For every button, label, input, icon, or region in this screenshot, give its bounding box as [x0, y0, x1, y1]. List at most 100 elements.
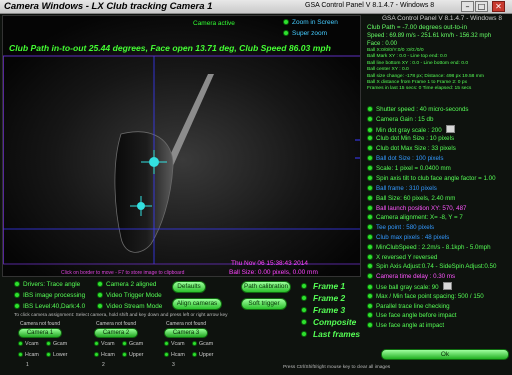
controls2-setting-8[interactable]: Spin Axis Adjust:0.74 - SideSpin Adjust:…	[367, 262, 496, 272]
zoom-in-screen-option[interactable]: Zoom in Screen	[283, 19, 338, 26]
controls2-setting-0[interactable]: Ball frame : 310 pixels	[367, 184, 496, 194]
video-trigger-mode-option[interactable]: Video Trigger Mode	[97, 292, 162, 299]
controls2-setting-13[interactable]: Use face angle before impact	[367, 311, 496, 321]
soft-trigger-button[interactable]: Soft trigger	[241, 298, 287, 310]
camera-viewport[interactable]: Camera active Club Path in-to-out 25.44 …	[2, 15, 361, 277]
frame-option-5[interactable]: Last frames	[313, 329, 360, 339]
controls2-setting-14[interactable]: Use face angle at impact	[367, 321, 496, 331]
setting-label: Min dot gray scale : 200	[376, 126, 442, 134]
controls-setting-6[interactable]: Scale: 1 pixel = 0.0400 mm	[367, 164, 496, 174]
controls2-setting-9[interactable]: Camera time delay : 0.30 ms	[367, 272, 496, 282]
camera-2-aligned-option[interactable]: Camera 2 aligned	[97, 281, 156, 288]
settings-list: Shutter speed : 40 micro-seconds Camera G…	[367, 105, 496, 183]
camera-option-opt-c[interactable]: Hcam	[18, 352, 39, 358]
radio-icon	[14, 281, 20, 287]
defaults-button[interactable]: Defaults	[172, 281, 206, 293]
radio-icon	[192, 352, 197, 357]
frames-in-last-readout: Frames in last 15 secs: 0 Time elapsed: …	[367, 86, 472, 92]
setting-label: Parallel trace line checking	[376, 302, 450, 310]
setting-label: Spin Axis Adjust:0.74 - SideSpin Adjust:…	[376, 263, 497, 271]
radio-icon	[367, 273, 373, 280]
ibs-level-option[interactable]: IBS Level:40,Dark:4.0	[14, 303, 85, 310]
radio-icon	[367, 253, 373, 260]
controls-setting-5[interactable]: Ball dot Size : 100 pixels	[367, 154, 496, 164]
radio-icon	[367, 224, 373, 231]
controls2-setting-1[interactable]: Ball Size: 60 pixels, 2.40 mm	[367, 194, 496, 204]
camera-option-opt-d[interactable]: Lower	[46, 352, 67, 358]
camera-panel-3: Camera not found Camera 3 Vcam Gcam Hcam Uppe…	[160, 321, 226, 371]
video-stream-mode-option[interactable]: Video Stream Mode	[97, 303, 162, 310]
radio-icon	[367, 164, 373, 171]
camera-option-opt-b[interactable]: Gcam	[122, 341, 143, 347]
controls-setting-2[interactable]: Min dot gray scale : 200	[367, 124, 496, 135]
setting-label: Tee point : 580 pixels	[376, 224, 435, 232]
ibs-image-processing-option[interactable]: IBS image processing	[14, 292, 85, 299]
setting-label: Spin axis tilt to club face angle factor…	[376, 174, 496, 182]
radio-icon	[94, 341, 99, 346]
radio-icon[interactable]	[301, 319, 307, 325]
face-readout: Face : 0.00	[367, 41, 398, 47]
radio-icon	[192, 341, 197, 346]
camera-option-opt-a[interactable]: Vcam	[164, 341, 185, 347]
close-button[interactable]: ✕	[492, 1, 505, 12]
radio-icon	[367, 263, 373, 270]
controls-setting-3[interactable]: Club dot Min Size : 10 pixels	[367, 134, 496, 144]
controls2-setting-3[interactable]: Camera alignment: X= -8, Y = 7	[367, 213, 496, 223]
frame-option-3[interactable]: Frame 3	[313, 305, 345, 315]
controls2-setting-7[interactable]: X reversed Y reversed	[367, 253, 496, 263]
radio-icon	[367, 233, 373, 240]
maximize-button[interactable]: □	[475, 1, 488, 12]
controls-setting-4[interactable]: Club dot Max Size : 33 pixels	[367, 144, 496, 154]
gray-swatch-icon[interactable]	[445, 124, 455, 133]
controls-setting-7[interactable]: Spin axis tilt to club face angle factor…	[367, 174, 496, 184]
camera-option-opt-b[interactable]: Gcam	[192, 341, 213, 347]
gray-swatch-icon[interactable]	[442, 281, 452, 290]
camera-select-button[interactable]: Camera 1	[18, 328, 62, 338]
radio-icon	[367, 185, 373, 191]
controls2-setting-12[interactable]: Parallel trace line checking	[367, 302, 496, 312]
camera-option-opt-d[interactable]: Upper	[122, 352, 143, 358]
radio-icon[interactable]	[301, 331, 307, 337]
panel-version: GSA Control Panel V 8.1.4.7 - Windows 8	[382, 15, 502, 22]
controls2-setting-6[interactable]: MinClubSpeed : 2.2m/s - 8.1kph - 5.0mph	[367, 243, 496, 253]
radio-icon	[367, 115, 373, 122]
setting-label: Shutter speed : 40 micro-seconds	[376, 106, 469, 113]
camera-status: Camera not found	[96, 321, 137, 327]
radio-icon[interactable]	[301, 307, 307, 313]
controls-setting-0[interactable]: Shutter speed : 40 micro-seconds	[367, 105, 496, 115]
radio-icon	[367, 283, 373, 290]
super-zoom-option[interactable]: Super zoom	[283, 30, 327, 37]
radio-icon[interactable]	[301, 295, 307, 301]
camera-select-button[interactable]: Camera 2	[94, 328, 138, 338]
radio-icon[interactable]	[301, 283, 307, 289]
controls2-setting-2[interactable]: Ball launch position XY: 570, 487	[367, 204, 496, 214]
drivers-trace-angle-option[interactable]: Drivers: Trace angle	[14, 281, 80, 288]
club-image	[3, 16, 360, 276]
radio-icon	[367, 292, 373, 299]
camera-option-opt-c[interactable]: Hcam	[94, 352, 115, 358]
minimize-button[interactable]: –	[461, 1, 474, 12]
frame-option-1[interactable]: Frame 1	[313, 281, 345, 291]
setting-label: Use ball gray scale: 90	[376, 283, 439, 291]
controls2-setting-10[interactable]: Use ball gray scale: 90	[367, 281, 496, 292]
camera-select-button[interactable]: Camera 3	[164, 328, 208, 338]
radio-icon	[94, 352, 99, 357]
frame-option-2[interactable]: Frame 2	[313, 293, 345, 303]
controls2-setting-5[interactable]: Club max pixels : 48 pixels	[367, 233, 496, 243]
path-calibration-button[interactable]: Path calibration	[241, 281, 291, 293]
align-cameras-button[interactable]: Align cameras	[172, 298, 222, 310]
controls-setting-1[interactable]: Camera Gain : 15 db	[367, 115, 496, 125]
camera-option-opt-c[interactable]: Hcam	[164, 352, 185, 358]
frame-option-4[interactable]: Composite	[313, 317, 356, 327]
camera-option-opt-b[interactable]: Gcam	[46, 341, 67, 347]
setting-label: Ball frame : 310 pixels	[376, 185, 437, 192]
controls2-setting-11[interactable]: Max / Min face point spacing: 500 / 150	[367, 292, 496, 302]
camera-option-opt-a[interactable]: Vcam	[94, 341, 115, 347]
camera-option-opt-d[interactable]: Upper	[192, 352, 213, 358]
controls2-setting-4[interactable]: Tee point : 580 pixels	[367, 223, 496, 233]
camera-status: Camera not found	[166, 321, 207, 327]
camera-option-opt-a[interactable]: Vcam	[18, 341, 39, 347]
radio-icon	[283, 30, 289, 36]
ok-button[interactable]: Ok	[381, 349, 509, 360]
radio-icon	[122, 352, 127, 357]
